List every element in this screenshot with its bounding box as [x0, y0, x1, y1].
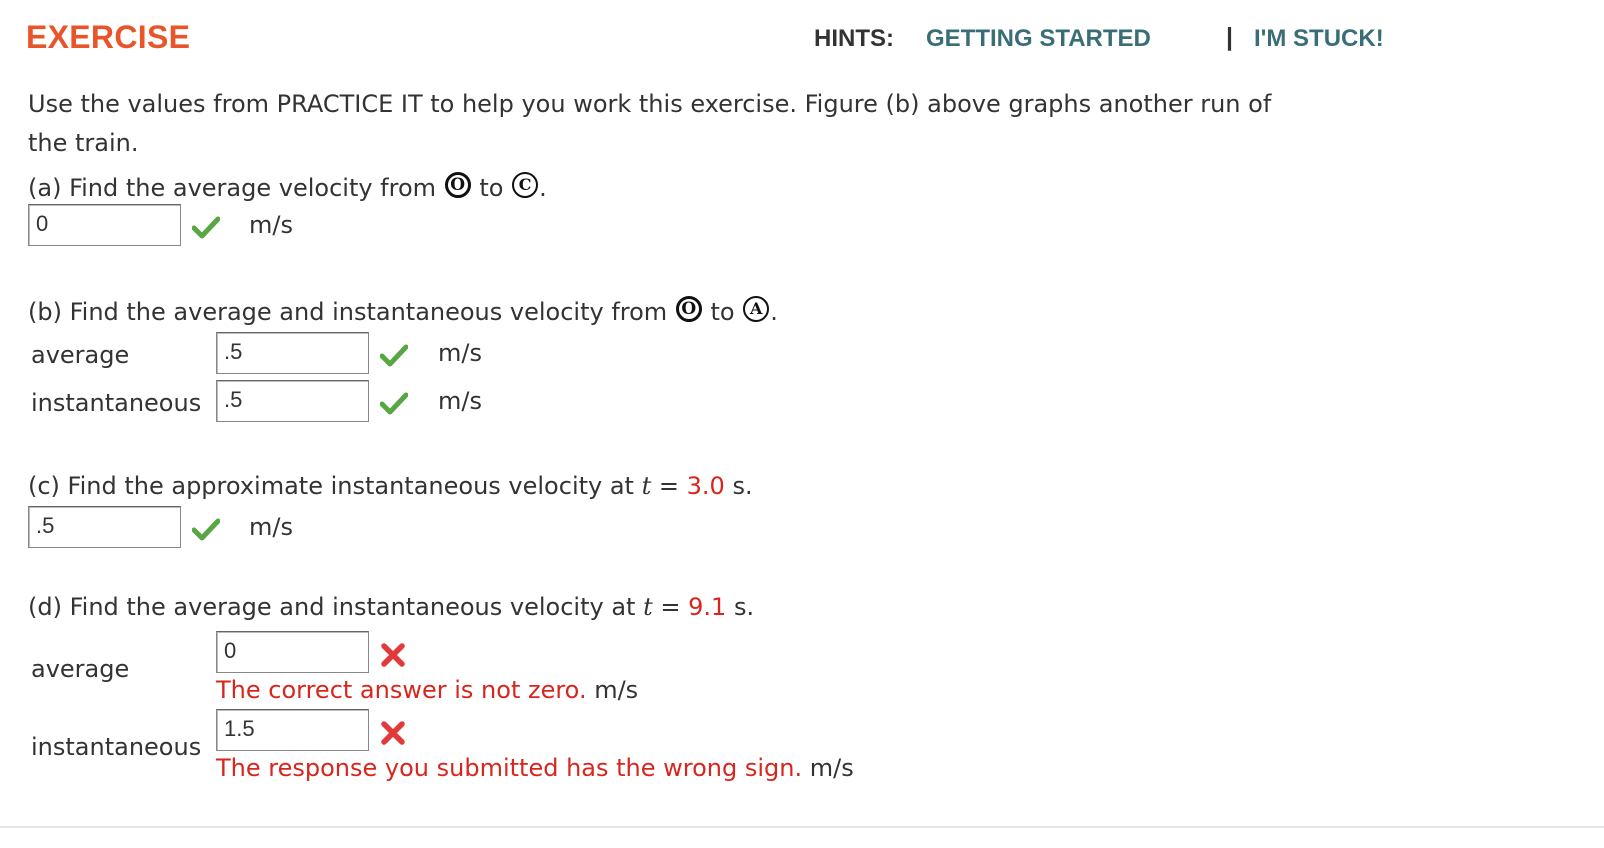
part-d-equals: =	[660, 593, 681, 621]
part-b-period: .	[770, 298, 778, 326]
part-b-average-label: average	[31, 341, 130, 369]
part-a-prompt-text: (a) Find the average velocity from	[28, 174, 437, 202]
part-d-average-label: average	[31, 655, 130, 683]
part-d-time-value: 9.1	[688, 593, 727, 621]
hint-getting-started-link[interactable]: GETTING STARTED	[926, 25, 1151, 53]
part-d-average-feedback: The correct answer is not zero.	[216, 676, 587, 704]
check-icon	[192, 216, 220, 239]
part-d-instant-input[interactable]: 1.5	[216, 709, 369, 751]
part-c-seconds: s.	[732, 472, 753, 500]
hint-separator: |	[1226, 23, 1233, 51]
check-icon	[380, 344, 408, 367]
time-variable: t	[643, 593, 653, 621]
part-a-period: .	[539, 174, 547, 202]
point-o-symbol: O	[444, 172, 471, 198]
part-c-prompt-text: (c) Find the approximate instantaneous v…	[28, 472, 634, 500]
part-d-average-input[interactable]: 0	[216, 631, 369, 673]
part-d-instant-label: instantaneous	[31, 733, 202, 761]
intro-line-2: the train.	[28, 129, 139, 157]
part-c-equals: =	[658, 472, 680, 500]
part-b-to: to	[710, 298, 735, 326]
part-c-prompt: (c) Find the approximate instantaneous v…	[28, 472, 753, 500]
part-d-seconds: s.	[733, 593, 755, 621]
bottom-divider	[0, 826, 1604, 828]
part-b-prompt-text: (b) Find the average and instantaneous v…	[28, 298, 668, 326]
part-a-unit: m/s	[249, 211, 293, 239]
intro-line-1: Use the values from PRACTICE IT to help …	[28, 90, 1272, 118]
part-d-average-feedback-line: The correct answer is not zero. m/s	[216, 676, 638, 704]
point-o-symbol: O	[675, 296, 702, 322]
part-d-average-unit: m/s	[594, 676, 639, 704]
part-c-time-value: 3.0	[686, 472, 725, 500]
part-d-instant-unit: m/s	[809, 754, 854, 782]
check-icon	[380, 392, 408, 415]
exercise-title: EXERCISE	[26, 19, 191, 55]
part-b-instant-unit: m/s	[438, 387, 482, 415]
x-icon	[381, 643, 405, 667]
part-a-answer-input[interactable]: 0	[28, 204, 181, 246]
part-c-unit: m/s	[249, 513, 293, 541]
hints-label: HINTS:	[814, 25, 894, 52]
part-d-prompt: (d) Find the average and instantaneous v…	[28, 593, 754, 621]
time-variable: t	[641, 472, 652, 500]
part-b-average-unit: m/s	[438, 339, 482, 367]
part-b-instant-input[interactable]: .5	[216, 380, 369, 422]
part-d-instant-feedback-line: The response you submitted has the wrong…	[216, 754, 854, 782]
part-b-average-input[interactable]: .5	[216, 332, 369, 374]
part-b-instant-label: instantaneous	[31, 389, 202, 417]
check-icon	[192, 518, 220, 541]
part-d-instant-feedback: The response you submitted has the wrong…	[216, 754, 803, 782]
part-d-prompt-text: (d) Find the average and instantaneous v…	[28, 593, 636, 621]
part-a-to: to	[479, 174, 504, 202]
hint-im-stuck-link[interactable]: I'M STUCK!	[1254, 25, 1384, 53]
part-c-answer-input[interactable]: .5	[28, 506, 181, 548]
part-a-prompt: (a) Find the average velocity from O to …	[28, 172, 547, 202]
x-icon	[381, 721, 405, 745]
point-c-symbol: C	[512, 172, 539, 198]
point-a-symbol: A	[743, 296, 770, 322]
part-b-prompt: (b) Find the average and instantaneous v…	[28, 296, 778, 326]
